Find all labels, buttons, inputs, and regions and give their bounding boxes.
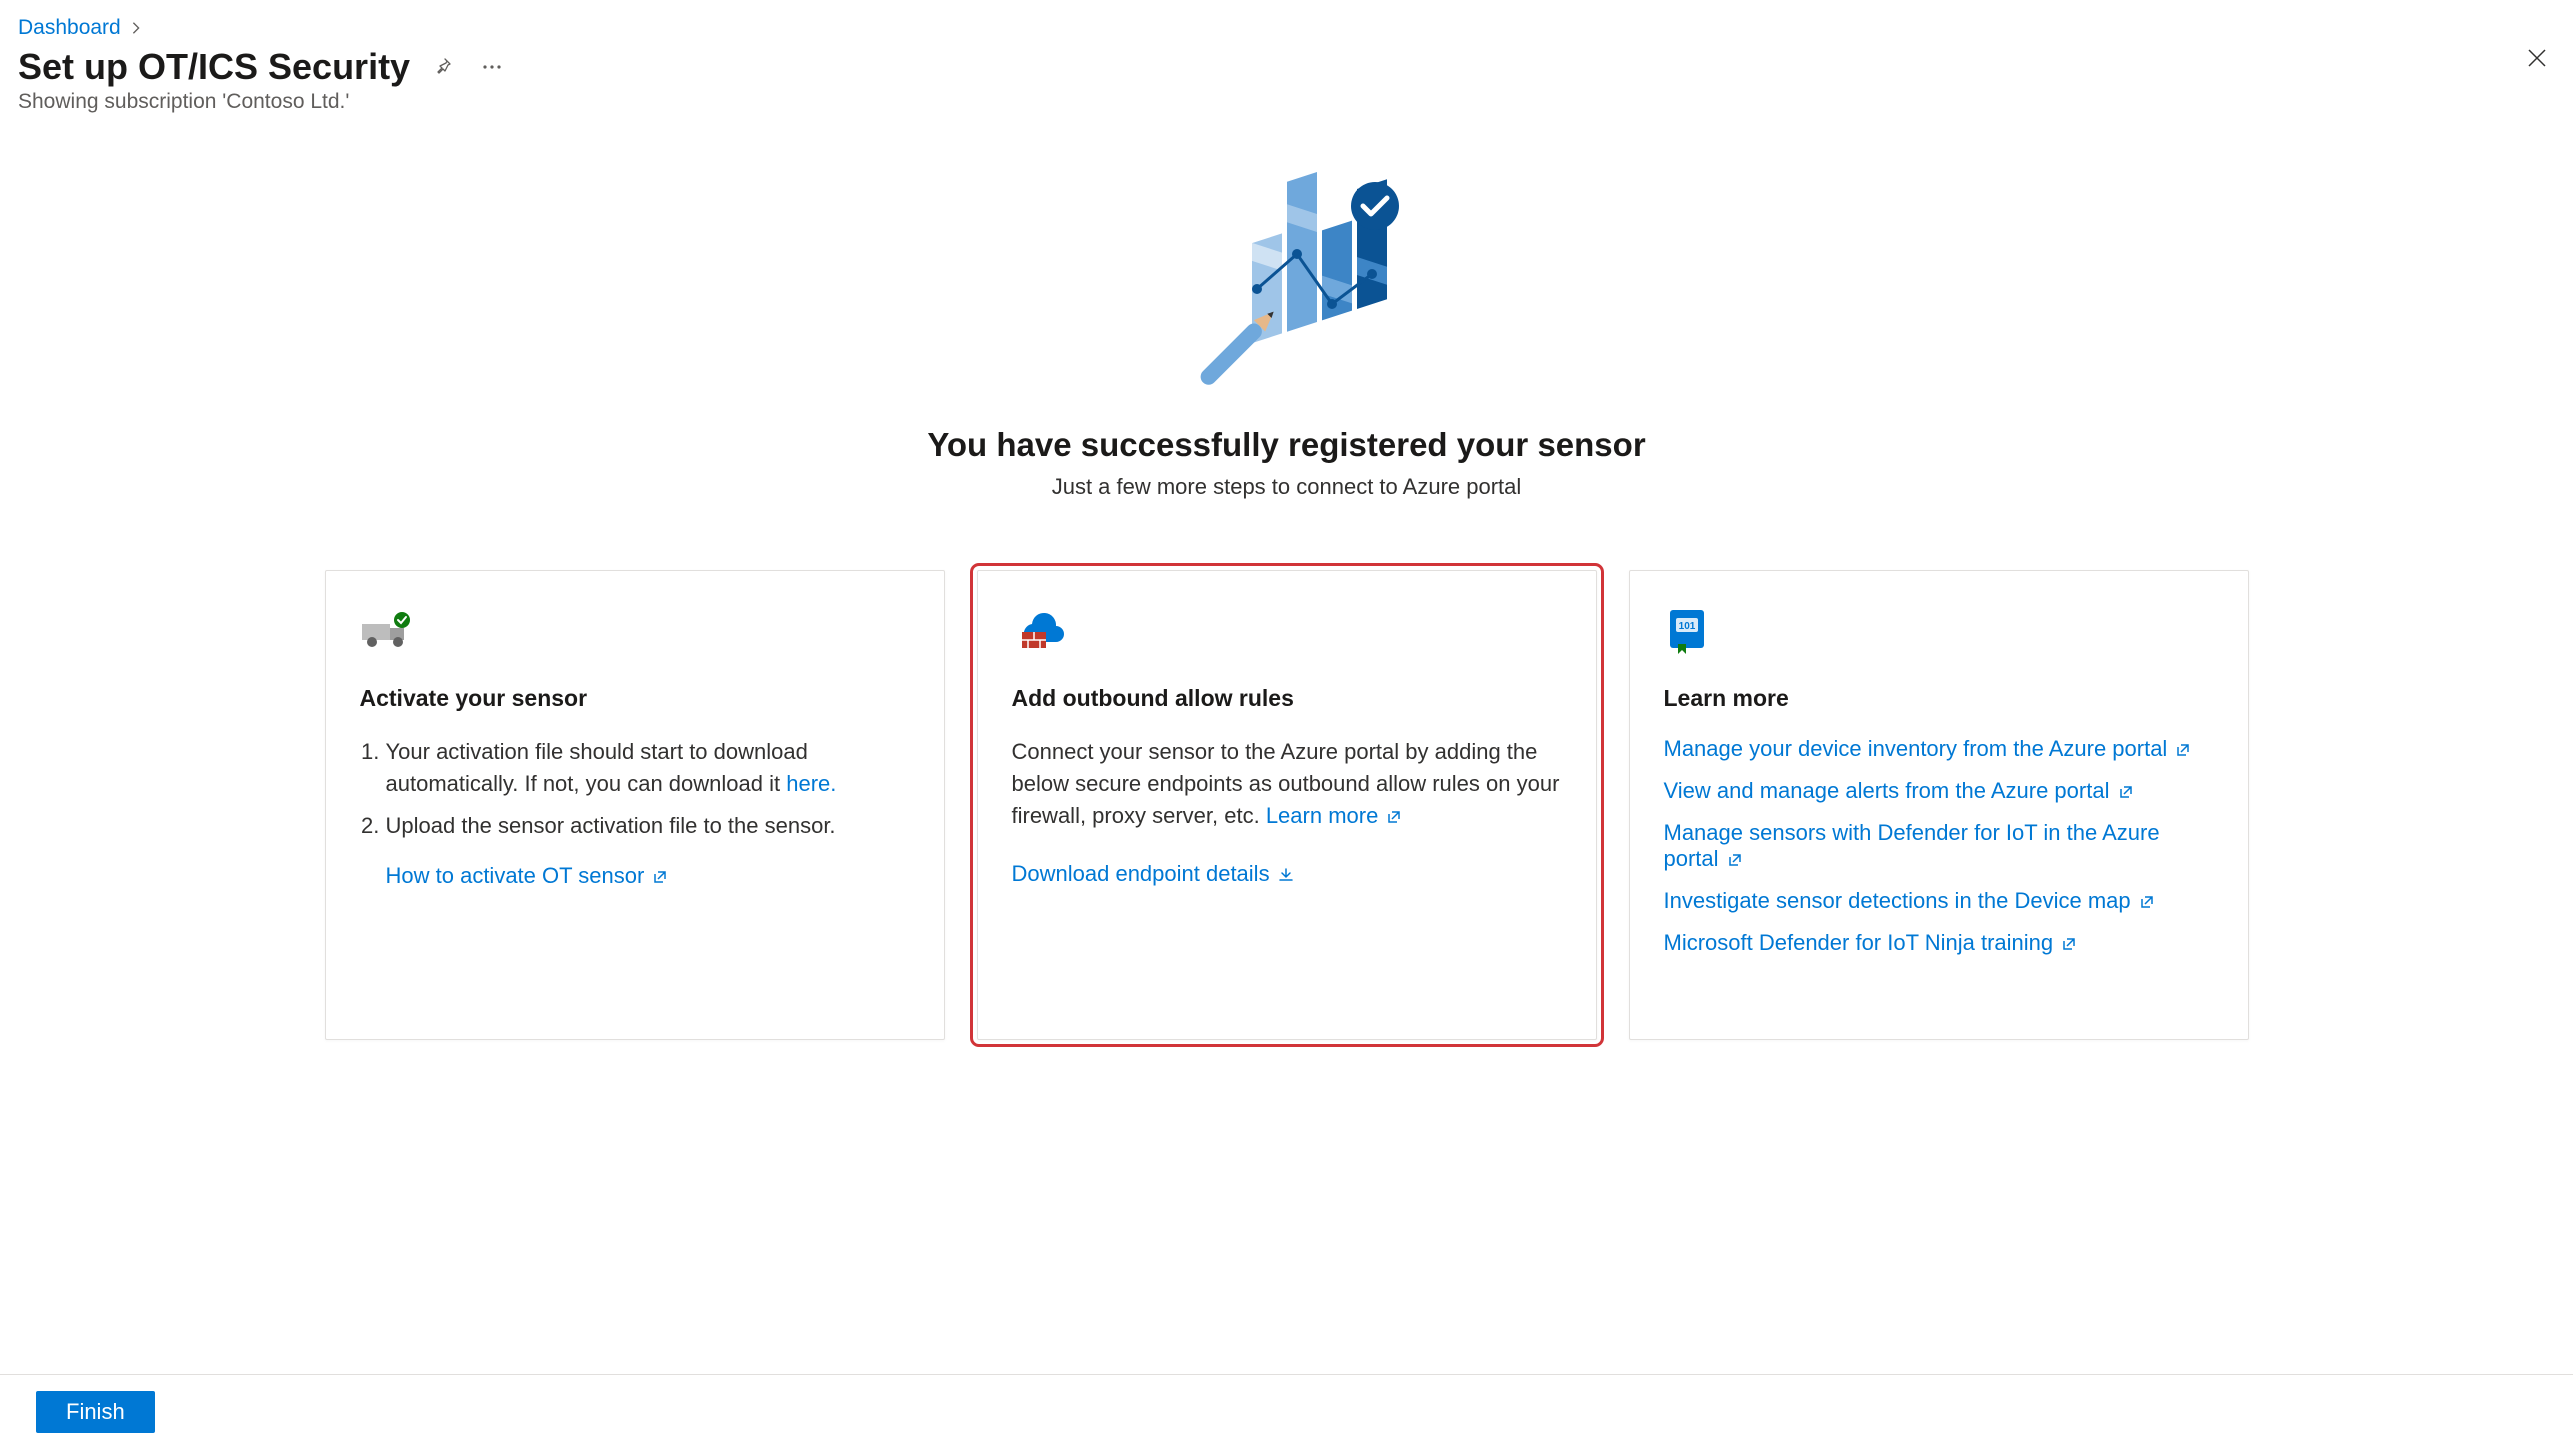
success-illustration xyxy=(1157,154,1417,414)
book-icon: 101 xyxy=(1664,607,2214,657)
activate-step-2: Upload the sensor activation file to the… xyxy=(386,810,910,842)
bar-chart-success-icon xyxy=(1157,154,1417,414)
activate-step-1-text: Your activation file should start to dow… xyxy=(386,739,808,796)
card-activate-title: Activate your sensor xyxy=(360,685,910,712)
card-learn-more: 101 Learn more Manage your device invent… xyxy=(1629,570,2249,1040)
success-heading: You have successfully registered your se… xyxy=(927,426,1645,464)
how-to-activate-label: How to activate OT sensor xyxy=(386,863,645,888)
more-icon xyxy=(482,64,502,70)
page-subtitle: Showing subscription 'Contoso Ltd.' xyxy=(0,88,2573,114)
external-link-icon xyxy=(652,869,668,885)
download-icon xyxy=(1278,867,1294,883)
external-link-icon xyxy=(1386,809,1402,825)
external-link-icon xyxy=(2118,784,2134,800)
external-link-icon xyxy=(2175,742,2191,758)
external-link-icon xyxy=(1727,852,1743,868)
external-link-icon xyxy=(2061,936,2077,952)
download-endpoint-label: Download endpoint details xyxy=(1012,861,1270,886)
breadcrumb-dashboard-link[interactable]: Dashboard xyxy=(18,16,121,40)
external-link-icon xyxy=(2139,894,2155,910)
how-to-activate-link[interactable]: How to activate OT sensor xyxy=(386,863,669,888)
truck-check-icon xyxy=(360,607,910,657)
card-outbound-rules: Add outbound allow rules Connect your se… xyxy=(977,570,1597,1040)
learn-link-1-label: View and manage alerts from the Azure po… xyxy=(1664,778,2110,803)
svg-text:101: 101 xyxy=(1678,621,1695,632)
close-icon xyxy=(2526,47,2548,69)
pin-icon xyxy=(432,57,452,77)
card-outbound-body: Connect your sensor to the Azure portal … xyxy=(1012,736,1562,832)
learn-link-alerts[interactable]: View and manage alerts from the Azure po… xyxy=(1664,778,2214,804)
page-title: Set up OT/ICS Security xyxy=(18,46,410,88)
learn-link-4-label: Microsoft Defender for IoT Ninja trainin… xyxy=(1664,930,2054,955)
more-button[interactable] xyxy=(474,49,510,85)
learn-link-manage-sensors[interactable]: Manage sensors with Defender for IoT in … xyxy=(1664,820,2214,872)
card-outbound-title: Add outbound allow rules xyxy=(1012,685,1562,712)
download-endpoint-link[interactable]: Download endpoint details xyxy=(1012,861,1294,886)
page-footer: Finish xyxy=(0,1374,2573,1449)
breadcrumb: Dashboard xyxy=(0,0,2573,40)
outbound-learn-more-link[interactable]: Learn more xyxy=(1266,803,1403,828)
success-subheading: Just a few more steps to connect to Azur… xyxy=(1052,474,1522,500)
card-learn-title: Learn more xyxy=(1664,685,2214,712)
cloud-firewall-icon xyxy=(1012,607,1562,657)
page-header: Set up OT/ICS Security xyxy=(0,40,2573,88)
outbound-learn-more-label: Learn more xyxy=(1266,803,1379,828)
learn-link-3-label: Investigate sensor detections in the Dev… xyxy=(1664,888,2131,913)
chevron-right-icon xyxy=(129,21,143,35)
close-button[interactable] xyxy=(2519,40,2555,76)
learn-link-0-label: Manage your device inventory from the Az… xyxy=(1664,736,2168,761)
pin-button[interactable] xyxy=(424,49,460,85)
cards-row: Activate your sensor Your activation fil… xyxy=(0,570,2573,1040)
main-content: You have successfully registered your se… xyxy=(0,114,2573,1374)
learn-link-device-inventory[interactable]: Manage your device inventory from the Az… xyxy=(1664,736,2214,762)
learn-links-list: Manage your device inventory from the Az… xyxy=(1664,736,2214,956)
download-here-link[interactable]: here. xyxy=(786,771,836,796)
finish-button[interactable]: Finish xyxy=(36,1391,155,1433)
card-activate-sensor: Activate your sensor Your activation fil… xyxy=(325,570,945,1040)
activate-step-1: Your activation file should start to dow… xyxy=(386,736,910,800)
learn-link-ninja-training[interactable]: Microsoft Defender for IoT Ninja trainin… xyxy=(1664,930,2214,956)
learn-link-device-map[interactable]: Investigate sensor detections in the Dev… xyxy=(1664,888,2214,914)
